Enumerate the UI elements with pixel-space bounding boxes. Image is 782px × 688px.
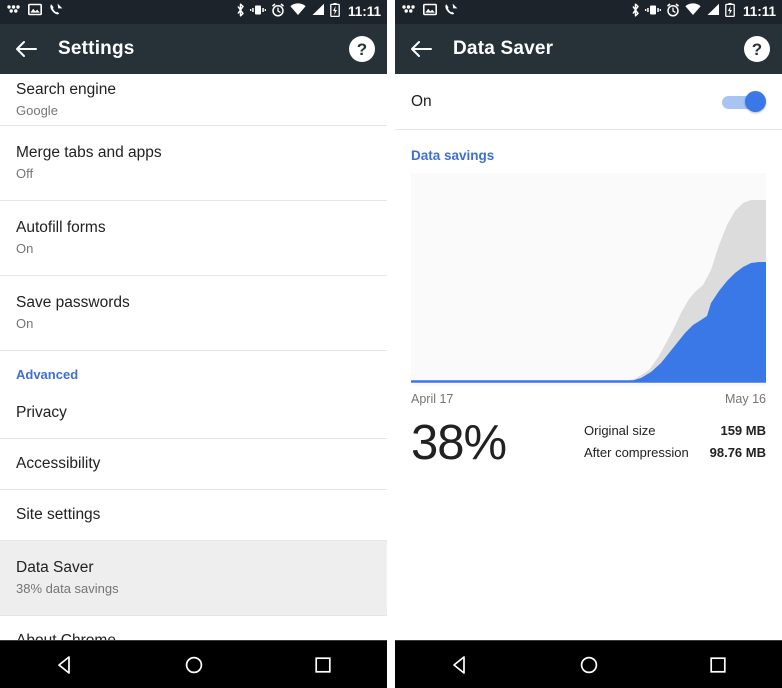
android-nav-bar-right (395, 640, 782, 688)
page-title: Settings (58, 38, 135, 59)
chart-end-date: May 16 (725, 392, 766, 406)
row-subtitle: 38% data savings (16, 581, 119, 596)
data-savings-summary: 38% Original size 159 MB After compressi… (411, 414, 766, 472)
chart-start-date: April 17 (411, 392, 454, 406)
row-title: Data Saver (16, 559, 94, 576)
row-title: Accessibility (16, 455, 101, 472)
bluetooth-icon (236, 2, 245, 22)
vibrate-icon (644, 3, 661, 22)
status-bar-clock: 11:11 (742, 4, 776, 20)
settings-row-accessibility[interactable]: Accessibility (0, 439, 387, 490)
back-arrow-icon[interactable] (12, 35, 40, 63)
settings-row-privacy[interactable]: Privacy (0, 388, 387, 439)
settings-toolbar: Settings ? (0, 24, 387, 74)
cellular-signal-icon (311, 3, 325, 21)
alarm-icon (271, 2, 285, 22)
bluetooth-icon (631, 2, 640, 22)
android-nav-bar-left (0, 640, 387, 688)
nav-home-button[interactable] (167, 641, 221, 688)
row-title: About Chrome (16, 631, 371, 640)
size-stats-table: Original size 159 MB After compression 9… (584, 423, 766, 461)
stat-row-after-compression: After compression 98.76 MB (584, 445, 766, 461)
status-bar-clock: 11:11 (347, 4, 381, 20)
toggle-thumb (745, 90, 766, 112)
data-saver-content: On Data savings April 17 May 16 38% Orig… (395, 74, 782, 640)
nav-back-button[interactable] (433, 641, 487, 688)
help-icon[interactable]: ? (744, 36, 770, 62)
chart-date-range: April 17 May 16 (411, 392, 766, 406)
settings-list-container[interactable]: Search engine Google Merge tabs and apps… (0, 74, 387, 640)
row-subtitle: On (16, 241, 34, 256)
stat-label: Original size (584, 423, 656, 438)
row-title: Save passwords (16, 294, 130, 311)
settings-list: Search engine Google Merge tabs and apps… (0, 74, 387, 640)
row-subtitle: Google (16, 102, 58, 118)
phone-icon (444, 3, 458, 21)
vibrate-icon (249, 3, 266, 22)
phone-icon (49, 3, 63, 21)
toggle-state-label: On (411, 92, 432, 110)
settings-screen: 11:11 Settings ? Search engine Google Me… (0, 0, 387, 688)
data-saver-screen: 11:11 Data Saver ? On Data savings April… (395, 0, 782, 688)
data-savings-header: Data savings (411, 148, 495, 163)
row-title: Site settings (16, 506, 101, 523)
tidal-dots-icon (401, 3, 416, 21)
data-savings-chart (411, 173, 766, 386)
settings-row-site-settings[interactable]: Site settings (0, 490, 387, 541)
battery-charging-icon (330, 2, 340, 22)
row-title: Autofill forms (16, 219, 106, 236)
nav-recents-button[interactable] (691, 641, 745, 688)
settings-row-merge-tabs-and-apps[interactable]: Merge tabs and apps Off (0, 126, 387, 201)
settings-row-save-passwords[interactable]: Save passwords On (0, 276, 387, 351)
nav-home-button[interactable] (562, 641, 616, 688)
wifi-icon (685, 3, 701, 21)
settings-row-search-engine[interactable]: Search engine Google (0, 74, 387, 126)
savings-percent: 38% (411, 416, 507, 470)
image-icon (28, 3, 42, 21)
stat-row-original-size: Original size 159 MB (584, 423, 766, 439)
data-saver-toggle-switch[interactable] (722, 90, 766, 113)
status-bar-left-icons (6, 3, 63, 21)
settings-row-data-saver[interactable]: Data Saver 38% data savings (0, 541, 387, 616)
battery-charging-icon (725, 2, 735, 22)
row-title: Merge tabs and apps (16, 144, 162, 161)
settings-row-about-chrome[interactable]: About Chrome (0, 616, 387, 640)
dual-screenshot-container: 11:11 Settings ? Search engine Google Me… (0, 0, 782, 688)
page-title: Data Saver (453, 38, 554, 59)
help-icon[interactable]: ? (349, 36, 375, 62)
row-title: Privacy (16, 404, 67, 421)
settings-row-autofill-forms[interactable]: Autofill forms On (0, 201, 387, 276)
row-subtitle: Off (16, 166, 34, 181)
stat-value: 159 MB (720, 423, 766, 438)
status-bar-right-icons: 11:11 (631, 2, 776, 22)
status-bar-right-icons: 11:11 (236, 2, 381, 22)
stat-value: 98.76 MB (709, 445, 766, 460)
status-bar-left-icons (401, 3, 458, 21)
nav-back-button[interactable] (38, 641, 92, 688)
data-saver-toggle-row[interactable]: On (395, 74, 782, 130)
wifi-icon (290, 3, 306, 21)
section-header-advanced: Advanced (16, 367, 79, 382)
image-icon (423, 3, 437, 21)
data-saver-toolbar: Data Saver ? (395, 24, 782, 74)
cellular-signal-icon (706, 3, 720, 21)
chart-svg (411, 173, 766, 386)
stat-label: After compression (584, 445, 689, 460)
screen-divider (387, 0, 395, 688)
status-bar-left-screen: 11:11 (0, 0, 387, 24)
row-subtitle: On (16, 316, 34, 331)
row-title: Search engine (16, 80, 116, 98)
tidal-dots-icon (6, 3, 21, 21)
back-arrow-icon[interactable] (407, 35, 435, 63)
alarm-icon (666, 2, 680, 22)
status-bar-right-screen: 11:11 (395, 0, 782, 24)
nav-recents-button[interactable] (296, 641, 350, 688)
